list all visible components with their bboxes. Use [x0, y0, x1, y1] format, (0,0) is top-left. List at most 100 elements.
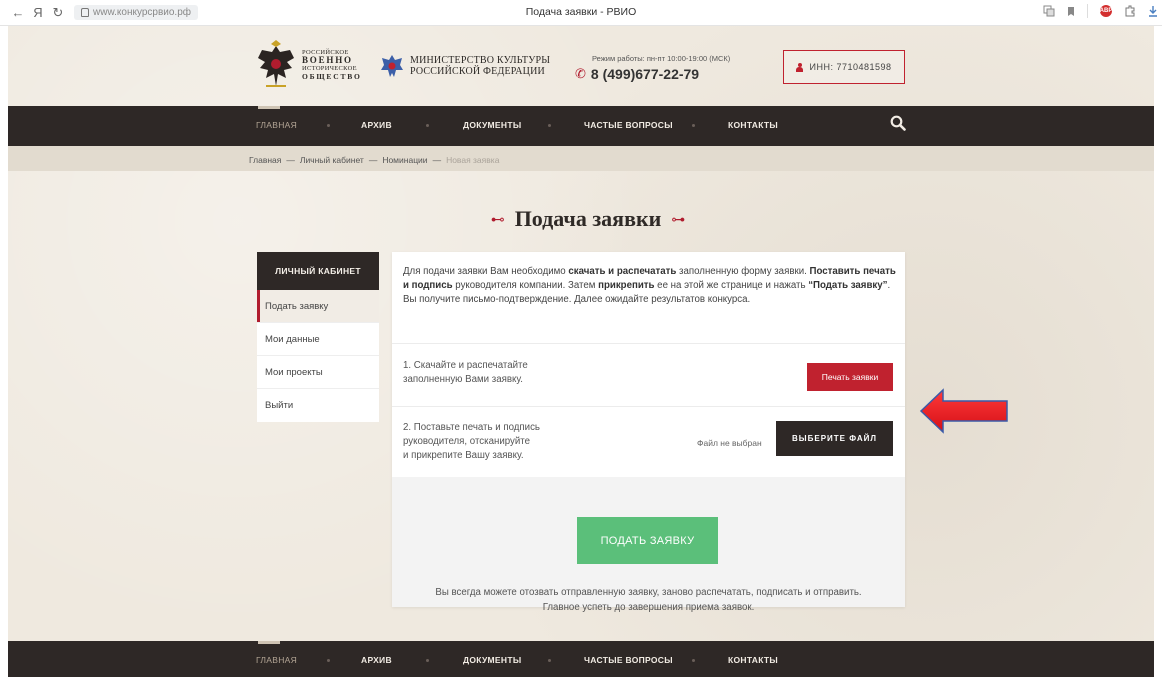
print-application-button[interactable]: Печать заявки: [807, 363, 893, 391]
ornament-right-icon: ⊶: [671, 211, 686, 227]
nav-dot: [426, 124, 429, 127]
nav-dot: [327, 659, 330, 662]
step-2-line: 2. Поставьте печать и подпись: [403, 422, 540, 433]
download-icon[interactable]: [1148, 5, 1158, 17]
note-line: Главное успеть до завершения приема заяв…: [542, 601, 755, 613]
site-header: РОССИЙСКОЕ ВОЕННО ИСТОРИЧЕСКОЕ ОБЩЕСТВО …: [8, 26, 1154, 106]
intro-part: заполненную форму заявки.: [676, 266, 810, 277]
breadcrumb-current: Новая заявка: [446, 155, 500, 165]
submit-area: ПОДАТЬ ЗАЯВКУ Вы всегда можете отозвать …: [392, 477, 905, 613]
logo2-line1: МИНИСТЕРСТВО КУЛЬТУРЫ: [410, 54, 551, 66]
step-2-line: и прикрепите Вашу заявку.: [403, 450, 524, 462]
application-card: Для подачи заявки Вам необходимо скачать…: [392, 252, 905, 613]
yandex-button[interactable]: Я: [28, 5, 48, 20]
nav-item-faq[interactable]: ЧАСТЫЕ ВОПРОСЫ: [584, 120, 673, 130]
logo2-line2: РОССИЙСКОЙ ФЕДЕРАЦИИ: [410, 66, 545, 77]
footer-item-documents[interactable]: ДОКУМЕНТЫ: [463, 655, 521, 665]
inn-account-box[interactable]: ИНН: 7710481598: [783, 50, 905, 84]
search-icon[interactable]: [890, 115, 906, 131]
phone-text: 8 (499)677-22-79: [590, 66, 700, 82]
step-1-line: 1. Скачайте и распечатайте: [403, 360, 528, 371]
cabinet-sidebar: ЛИЧНЫЙ КАБИНЕТ Подать заявку Мои данные …: [257, 252, 379, 422]
step-2-row: 2. Поставьте печать и подпись руководите…: [392, 406, 905, 477]
lock-icon: [81, 8, 89, 17]
ministry-emblem-icon: [381, 55, 403, 77]
nav-item-archive[interactable]: АРХИВ: [361, 120, 392, 130]
logo1-line4: ОБЩЕСТВО: [302, 71, 362, 81]
nav-dot: [692, 659, 695, 662]
nav-item-home[interactable]: ГЛАВНАЯ: [256, 120, 297, 130]
sidebar-item-logout[interactable]: Выйти: [257, 389, 379, 422]
bookmark-icon[interactable]: [1067, 6, 1075, 17]
breadcrumb-separator: —: [432, 155, 442, 165]
address-bar[interactable]: www.конкурсрвио.рф: [74, 5, 198, 20]
intro-part: ее на этой же странице и нажать: [654, 280, 809, 292]
breadcrumb-home[interactable]: Главная: [249, 155, 281, 165]
file-status: Файл не выбран: [697, 438, 762, 448]
work-hours: Режим работы: пн-пт 10:00-19:00 (МСК): [592, 54, 731, 63]
red-arrow-annotation-icon: [919, 388, 1008, 434]
translate-icon[interactable]: [1043, 5, 1055, 17]
separator: [1087, 4, 1088, 18]
breadcrumb-band: Главная — Личный кабинет — Номинации — Н…: [8, 146, 1154, 171]
submit-note: Вы всегда можете отозвать отправленную з…: [392, 586, 905, 615]
back-button[interactable]: ←: [8, 5, 28, 20]
intro-bold: “Подать заявку”: [808, 280, 888, 292]
main-nav: ГЛАВНАЯ АРХИВ ДОКУМЕНТЫ ЧАСТЫЕ ВОПРОСЫ К…: [8, 106, 1154, 146]
footer-item-contacts[interactable]: КОНТАКТЫ: [728, 655, 778, 665]
minkult-logo[interactable]: МИНИСТЕРСТВО КУЛЬТУРЫ РОССИЙСКОЙ ФЕДЕРАЦ…: [380, 53, 550, 79]
footer-nav: ГЛАВНАЯ АРХИВ ДОКУМЕНТЫ ЧАСТЫЕ ВОПРОСЫ К…: [8, 641, 1154, 677]
eagle-emblem-icon: [258, 40, 294, 87]
step-1-text: 1. Скачайте и распечатайте заполненную В…: [403, 359, 528, 387]
footer-item-archive[interactable]: АРХИВ: [361, 655, 392, 665]
breadcrumb-separator: —: [286, 155, 295, 165]
nav-item-contacts[interactable]: КОНТАКТЫ: [728, 120, 778, 130]
sidebar-item-submit[interactable]: Подать заявку: [257, 290, 379, 323]
breadcrumb-separator: —: [368, 155, 378, 165]
nav-dot: [548, 659, 551, 662]
rvio-logo-text: РОССИЙСКОЕ ВОЕННО ИСТОРИЧЕСКОЕ ОБЩЕСТВО: [302, 49, 362, 81]
intro-bold: прикрепить: [598, 280, 655, 292]
sidebar-heading: ЛИЧНЫЙ КАБИНЕТ: [257, 252, 379, 290]
footer-item-home[interactable]: ГЛАВНАЯ: [256, 655, 297, 665]
breadcrumb: Главная — Личный кабинет — Номинации — Н…: [249, 155, 499, 165]
instructions-text: Для подачи заявки Вам необходимо скачать…: [403, 265, 898, 307]
phone-icon: ✆: [575, 66, 586, 81]
note-line: Вы всегда можете отозвать отправленную з…: [435, 587, 862, 598]
reload-button[interactable]: ↻: [48, 5, 68, 21]
step-2-line: руководителя, отсканируйте: [403, 436, 531, 448]
url-text: www.конкурсрвио.рф: [93, 7, 191, 18]
ornament-left-icon: ⊷: [490, 211, 505, 227]
extension-icon[interactable]: [1124, 5, 1136, 17]
breadcrumb-nominations[interactable]: Номинации: [382, 155, 427, 165]
page-title: Подача заявки: [514, 206, 662, 231]
rvio-logo[interactable]: РОССИЙСКОЕ ВОЕННО ИСТОРИЧЕСКОЕ ОБЩЕСТВО: [256, 40, 362, 90]
person-icon: [796, 62, 804, 72]
footer-active-indicator: [258, 641, 280, 644]
browser-toolbar: ← Я ↻ www.конкурсрвио.рф Подача заявки -…: [0, 0, 1162, 26]
nav-dot: [426, 659, 429, 662]
nav-dot: [327, 124, 330, 127]
nav-dot: [692, 124, 695, 127]
sidebar-item-my-projects[interactable]: Мои проекты: [257, 356, 379, 389]
browser-extensions: ABP: [1043, 4, 1158, 18]
phone-number[interactable]: ✆ 8 (499)677-22-79: [575, 66, 699, 82]
page: РОССИЙСКОЕ ВОЕННО ИСТОРИЧЕСКОЕ ОБЩЕСТВО …: [8, 26, 1154, 677]
footer-item-faq[interactable]: ЧАСТЫЕ ВОПРОСЫ: [584, 655, 673, 665]
intro-part: руководителя компании. Затем: [452, 280, 599, 292]
inn-text: ИНН: 7710481598: [809, 62, 892, 72]
intro-part: Для подачи заявки Вам необходимо: [403, 266, 569, 277]
step-1-row: 1. Скачайте и распечатайте заполненную В…: [392, 343, 905, 406]
breadcrumb-cabinet[interactable]: Личный кабинет: [300, 155, 364, 165]
page-title-row: ⊷ Подача заявки ⊶: [8, 199, 1154, 239]
nav-active-indicator: [258, 106, 280, 109]
sidebar-item-my-data[interactable]: Мои данные: [257, 323, 379, 356]
nav-item-documents[interactable]: ДОКУМЕНТЫ: [463, 120, 521, 130]
step-2-text: 2. Поставьте печать и подпись руководите…: [403, 421, 540, 463]
choose-file-button[interactable]: ВЫБЕРИТЕ ФАЙЛ: [776, 421, 893, 456]
nav-dot: [548, 124, 551, 127]
intro-bold: скачать и распечатать: [568, 266, 677, 277]
adblock-icon[interactable]: ABP: [1100, 5, 1112, 17]
minkult-logo-text: МИНИСТЕРСТВО КУЛЬТУРЫ РОССИЙСКОЙ ФЕДЕРАЦ…: [410, 55, 550, 78]
submit-application-button[interactable]: ПОДАТЬ ЗАЯВКУ: [577, 517, 718, 564]
